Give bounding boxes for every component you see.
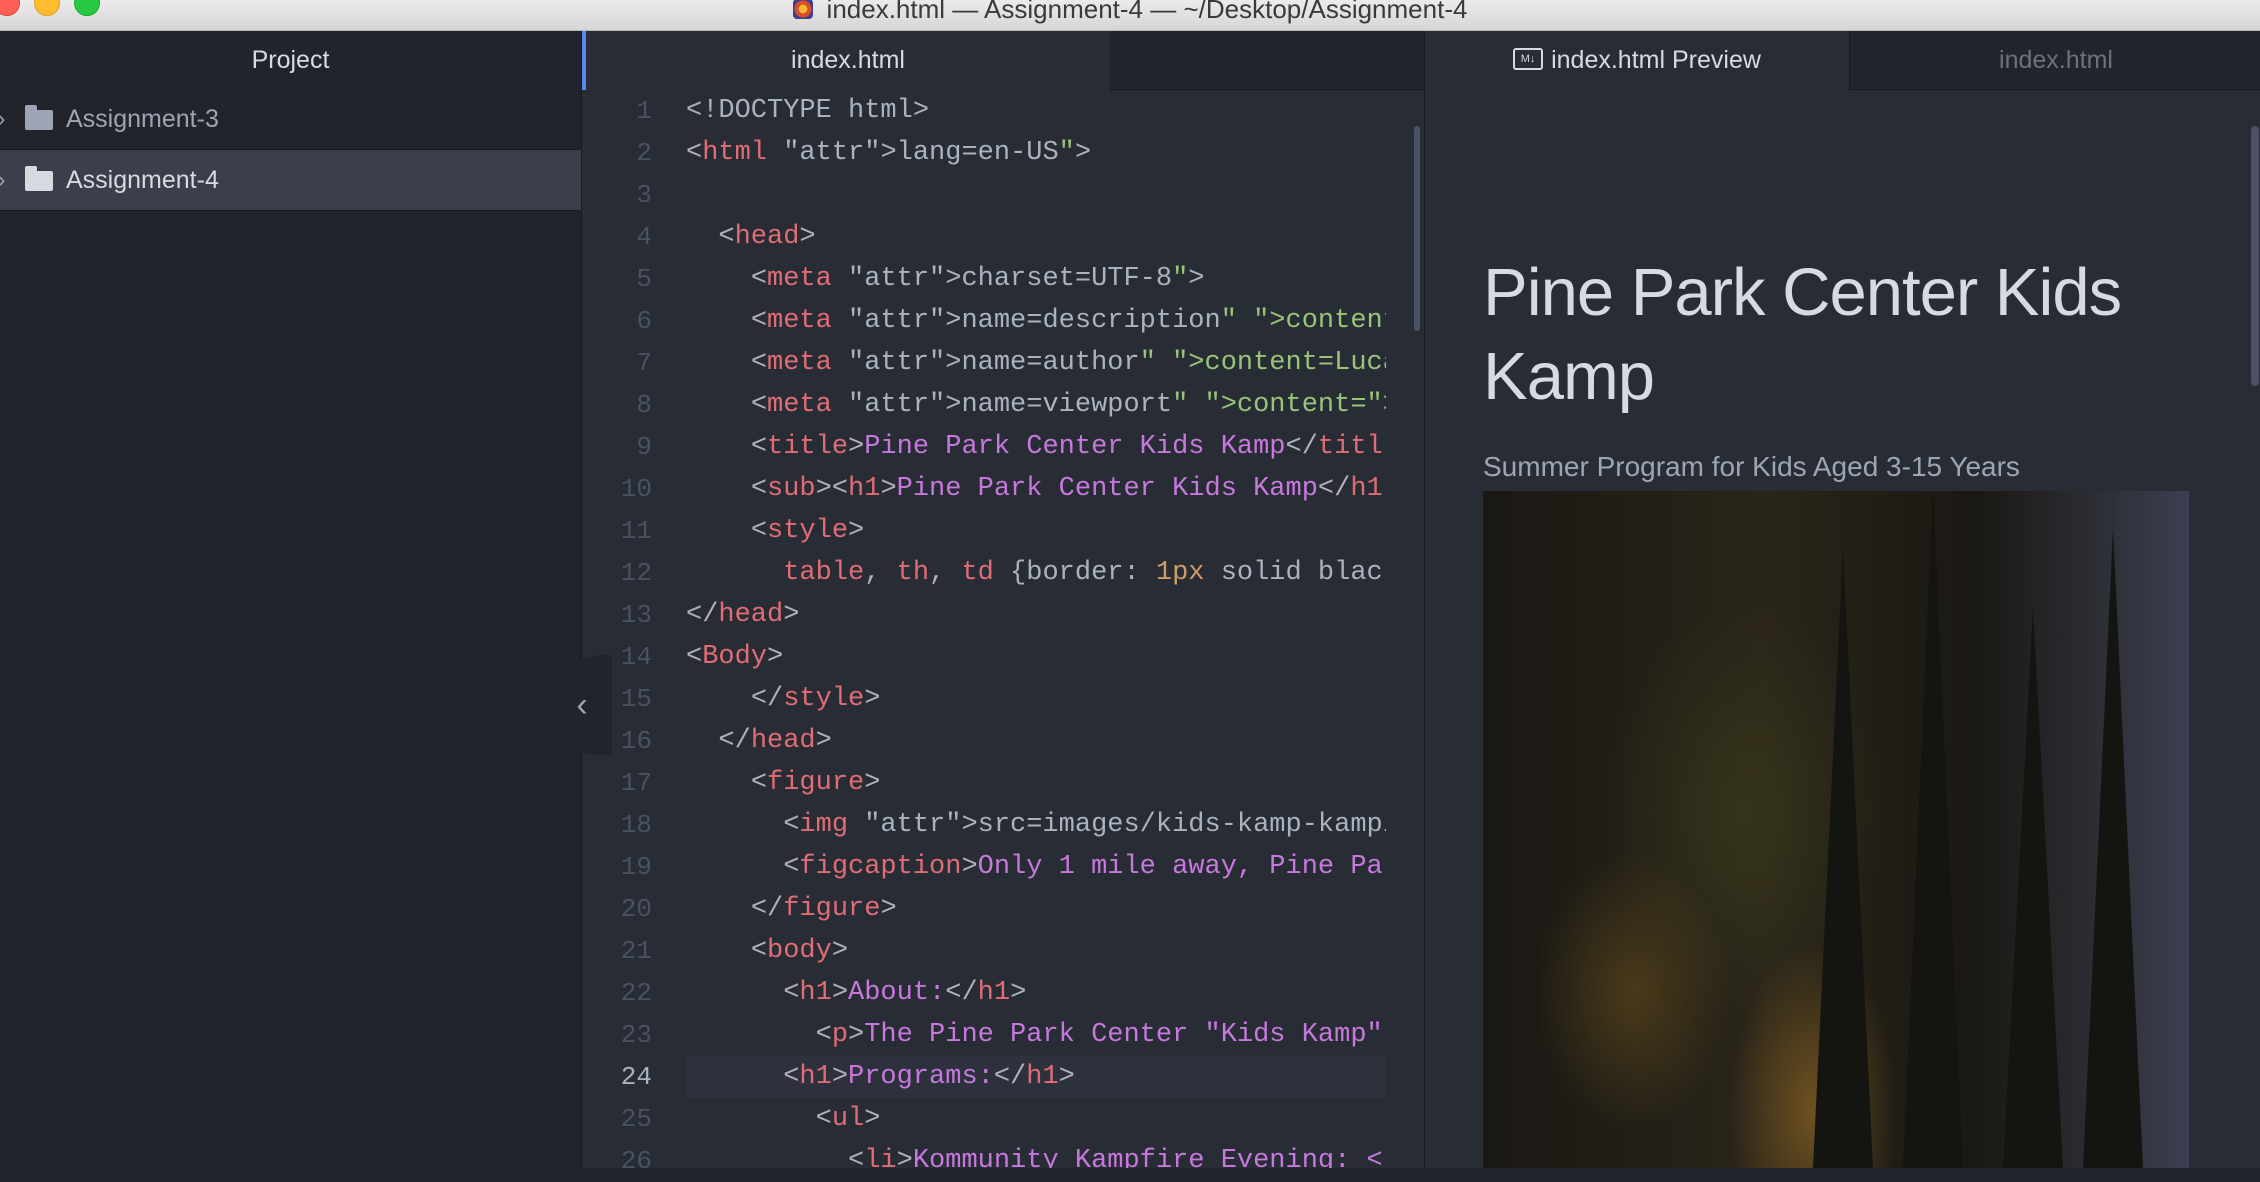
- line-number: 18: [620, 810, 652, 840]
- project-tree-header: Project: [251, 46, 330, 74]
- code-line[interactable]: table, th, td {border: 1px solid blac: [686, 552, 1386, 594]
- chevron-left-icon: ‹: [576, 686, 588, 724]
- line-number: 5: [636, 264, 652, 294]
- tab-index-html-secondary[interactable]: index.html: [1849, 31, 2260, 89]
- tree-folder-label: Assignment-4: [66, 166, 219, 194]
- tree-silhouette: [2003, 608, 2063, 1168]
- line-number: 10: [620, 474, 652, 504]
- code-line[interactable]: <head>: [686, 216, 1386, 258]
- line-number: 4: [636, 222, 652, 252]
- folder-icon: [25, 166, 53, 191]
- code-line[interactable]: <meta "attr">name=author" ">content=Luca…: [686, 342, 1386, 384]
- code-line[interactable]: <li>Kommunity Kampfire Evening: <: [686, 1140, 1386, 1168]
- markdown-icon: M↓: [1513, 48, 1544, 71]
- code-line[interactable]: <body>: [686, 930, 1386, 972]
- line-number: 23: [620, 1020, 652, 1050]
- line-number: 12: [620, 558, 652, 588]
- code-line[interactable]: <Body>: [686, 636, 1386, 678]
- chevron-right-icon[interactable]: ›: [0, 150, 5, 210]
- editor-scrollbar[interactable]: [1414, 126, 1420, 331]
- preview-forest-image: [1483, 491, 2189, 1168]
- folder-icon: [25, 105, 53, 130]
- line-number: 19: [620, 852, 652, 882]
- line-number: 6: [636, 306, 652, 336]
- line-number: 21: [620, 936, 652, 966]
- line-number: 8: [636, 390, 652, 420]
- line-number: 22: [620, 978, 652, 1008]
- code-line[interactable]: <ul>: [686, 1098, 1386, 1140]
- window-title: index.html — Assignment-4 — ~/Desktop/As…: [0, 0, 2260, 22]
- preview-tab-bar: M↓ index.html Preview index.html: [1425, 31, 2260, 90]
- code-line[interactable]: <!DOCTYPE html>: [686, 90, 1386, 132]
- line-number: 20: [620, 894, 652, 924]
- line-number: 25: [620, 1104, 652, 1134]
- preview-pane: M↓ index.html Preview index.html Pine Par…: [1424, 31, 2260, 1168]
- line-number: 1: [636, 96, 652, 126]
- preview-tab-label: index.html Preview: [1551, 46, 1761, 74]
- code-line[interactable]: <meta "attr">charset=UTF-8">: [686, 258, 1386, 300]
- code-editor[interactable]: <!DOCTYPE html> <html "attr">lang=en-US">…: [686, 90, 1386, 1168]
- project-tree-panel: Project › Assignment-3 › Assignment-4: [0, 31, 582, 1168]
- code-line[interactable]: [686, 174, 1386, 216]
- editor-pane: index.html 1 2 3 4 5 6 7 8 9 10 11 12 13 14 15 16 17 18 19…: [552, 31, 1424, 1176]
- line-number-gutter: 1 2 3 4 5 6 7 8 9 10 11 12 13 14 15 16 17 18 19 20 21 22 23 24 2…: [582, 90, 652, 1176]
- code-line[interactable]: <h1>Programs:</h1>: [686, 1056, 1386, 1098]
- line-number: 26: [620, 1146, 652, 1176]
- tree-silhouette: [1903, 491, 1963, 1168]
- tab-index-html[interactable]: index.html: [582, 31, 1110, 90]
- code-line[interactable]: <h1>About:</h1>: [686, 972, 1386, 1014]
- line-number: 17: [620, 768, 652, 798]
- preview-scrollbar[interactable]: [2251, 126, 2259, 386]
- code-line[interactable]: <sub><h1>Pine Park Center Kids Kamp</h1: [686, 468, 1386, 510]
- code-line[interactable]: </style>: [686, 678, 1386, 720]
- code-line[interactable]: <img "attr">src=images/kids-kamp-kamping…: [686, 804, 1386, 846]
- code-line[interactable]: <figcaption>Only 1 mile away, Pine Pa: [686, 846, 1386, 888]
- code-line[interactable]: </figure>: [686, 888, 1386, 930]
- title-bar: index.html — Assignment-4 — ~/Desktop/As…: [0, 0, 2260, 31]
- editor-tab-bar: index.html: [582, 31, 1424, 90]
- tree-folder-assignment-4[interactable]: › Assignment-4: [0, 150, 581, 211]
- tree-silhouette: [1813, 548, 1873, 1168]
- code-line[interactable]: </head>: [686, 720, 1386, 762]
- code-line[interactable]: <html "attr">lang=en-US">: [686, 132, 1386, 174]
- tree-folder-assignment-3[interactable]: › Assignment-3: [0, 89, 581, 150]
- code-line[interactable]: </head>: [686, 594, 1386, 636]
- line-number: 24: [620, 1062, 652, 1092]
- atom-app-icon: [792, 0, 813, 20]
- code-line[interactable]: <meta "attr">name=viewport" ">content=">…: [686, 384, 1386, 426]
- preview-subheading: Summer Program for Kids Aged 3-15 Years: [1483, 451, 2020, 482]
- line-number: 7: [636, 348, 652, 378]
- code-line[interactable]: <style>: [686, 510, 1386, 552]
- code-line[interactable]: <p>The Pine Park Center "Kids Kamp": [686, 1014, 1386, 1056]
- tab-index-html-preview[interactable]: M↓ index.html Preview: [1425, 31, 1849, 90]
- line-number: 3: [636, 180, 652, 210]
- code-line[interactable]: <figure>: [686, 762, 1386, 804]
- line-number: 2: [636, 138, 652, 168]
- preview-heading: Pine Park Center Kids Kamp: [1483, 255, 2122, 414]
- tree-folder-label: Assignment-3: [66, 105, 219, 133]
- code-line[interactable]: <title>Pine Park Center Kids Kamp</titl: [686, 426, 1386, 468]
- tree-silhouette: [2083, 528, 2143, 1168]
- line-number: 13: [620, 600, 652, 630]
- line-number: 9: [636, 432, 652, 462]
- window-title-text: index.html — Assignment-4 — ~/Desktop/As…: [826, 0, 1468, 24]
- code-line[interactable]: <meta "attr">name=description" ">content…: [686, 300, 1386, 342]
- line-number: 11: [620, 516, 652, 546]
- chevron-right-icon[interactable]: ›: [0, 89, 5, 149]
